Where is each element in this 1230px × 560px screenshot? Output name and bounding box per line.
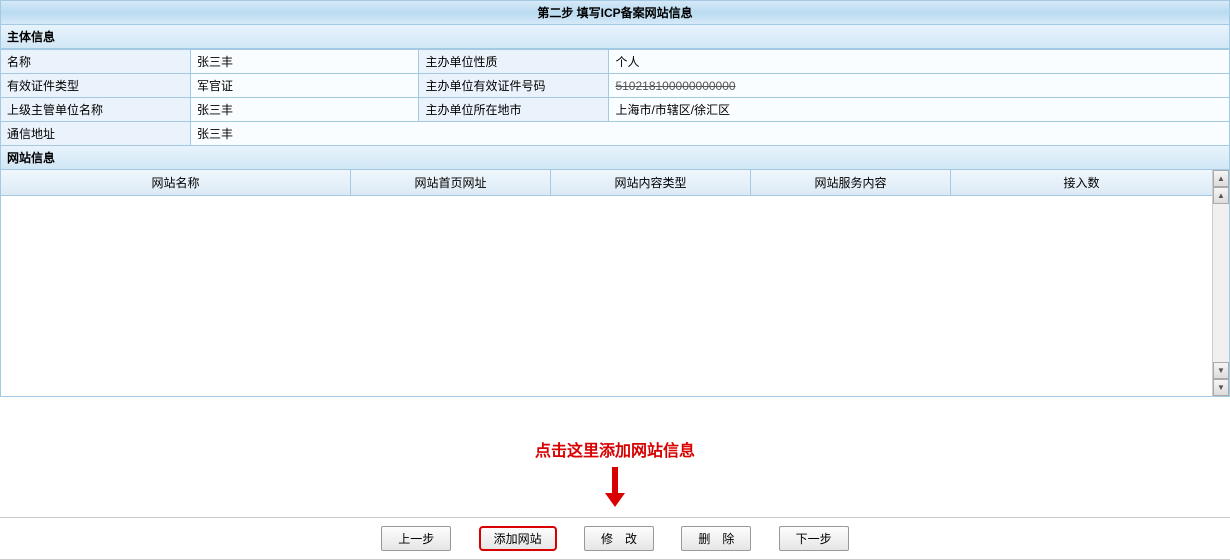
add-site-button[interactable]: 添加网站 — [479, 526, 557, 551]
grid-body-empty — [1, 196, 1212, 396]
vertical-scrollbar[interactable]: ▲ ▲ ▼ ▼ — [1212, 170, 1229, 396]
col-site-name[interactable]: 网站名称 — [1, 170, 351, 195]
annotation-text: 点击这里添加网站信息 — [0, 437, 1230, 461]
subject-info-table: 名称 张三丰 主办单位性质 个人 有效证件类型 军官证 主办单位有效证件号码 5… — [0, 49, 1230, 146]
prev-button[interactable]: 上一步 — [381, 526, 451, 551]
label-cert-no: 主办单位有效证件号码 — [419, 74, 609, 98]
value-location: 上海市/市辖区/徐汇区 — [609, 98, 1230, 122]
table-row: 名称 张三丰 主办单位性质 个人 — [1, 50, 1230, 74]
next-button[interactable]: 下一步 — [779, 526, 849, 551]
delete-button[interactable]: 删 除 — [681, 526, 751, 551]
label-superior: 上级主管单位名称 — [1, 98, 191, 122]
annotation: 点击这里添加网站信息 — [0, 437, 1230, 507]
col-access-count[interactable]: 接入数 — [951, 170, 1212, 195]
value-unit-nature: 个人 — [609, 50, 1230, 74]
table-row: 通信地址 张三丰 — [1, 122, 1230, 146]
scroll-up-icon[interactable]: ▲ — [1213, 170, 1229, 187]
value-name: 张三丰 — [191, 50, 419, 74]
arrow-down-icon — [0, 467, 1230, 507]
scroll-down-icon[interactable]: ▼ — [1213, 379, 1229, 396]
value-cert-no: 510218100000000000 — [609, 74, 1230, 98]
button-bar: 上一步 添加网站 修 改 删 除 下一步 — [0, 517, 1230, 560]
label-location: 主办单位所在地市 — [419, 98, 609, 122]
col-site-url[interactable]: 网站首页网址 — [351, 170, 551, 195]
subject-section-header: 主体信息 — [0, 25, 1230, 49]
label-name: 名称 — [1, 50, 191, 74]
label-address: 通信地址 — [1, 122, 191, 146]
site-section-header: 网站信息 — [0, 146, 1230, 170]
scroll-track[interactable] — [1213, 204, 1229, 362]
grid-header: 网站名称 网站首页网址 网站内容类型 网站服务内容 接入数 — [1, 170, 1212, 196]
value-cert-type: 军官证 — [191, 74, 419, 98]
step-header: 第二步 填写ICP备案网站信息 — [0, 0, 1230, 25]
scroll-down-step-icon[interactable]: ▼ — [1213, 362, 1229, 379]
edit-button[interactable]: 修 改 — [584, 526, 654, 551]
col-service-content[interactable]: 网站服务内容 — [751, 170, 951, 195]
value-address: 张三丰 — [191, 122, 1230, 146]
label-cert-type: 有效证件类型 — [1, 74, 191, 98]
value-superior: 张三丰 — [191, 98, 419, 122]
col-content-type[interactable]: 网站内容类型 — [551, 170, 751, 195]
step-title: 第二步 填写ICP备案网站信息 — [537, 6, 692, 20]
site-grid: 网站名称 网站首页网址 网站内容类型 网站服务内容 接入数 ▲ ▲ ▼ ▼ — [0, 170, 1230, 397]
scroll-up-step-icon[interactable]: ▲ — [1213, 187, 1229, 204]
label-unit-nature: 主办单位性质 — [419, 50, 609, 74]
table-row: 上级主管单位名称 张三丰 主办单位所在地市 上海市/市辖区/徐汇区 — [1, 98, 1230, 122]
table-row: 有效证件类型 军官证 主办单位有效证件号码 510218100000000000 — [1, 74, 1230, 98]
